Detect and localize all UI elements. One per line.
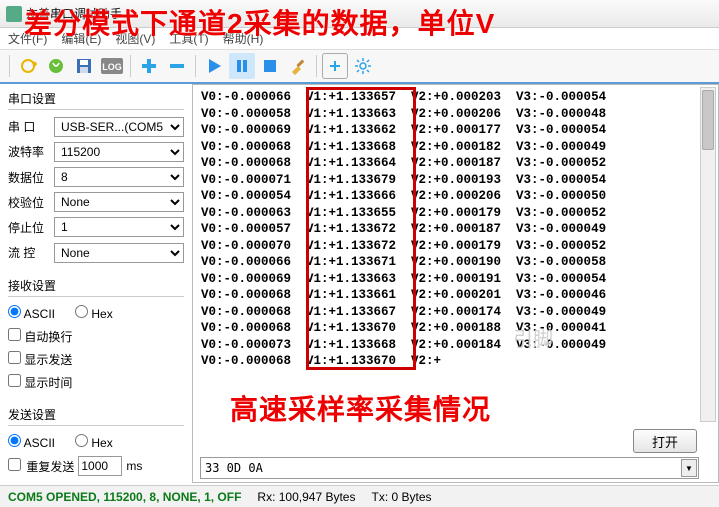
tx-input[interactable] <box>200 457 699 479</box>
showsend-check[interactable]: 显示发送 <box>8 351 72 368</box>
parity-select[interactable]: None <box>54 192 184 212</box>
pause-icon[interactable] <box>229 53 255 79</box>
parity-label: 校验位 <box>8 194 50 211</box>
statusbar: COM5 OPENED, 115200, 8, NONE, 1, OFF Rx:… <box>0 485 719 507</box>
annotation-bottom: 高速采样率采集情况 <box>230 388 491 428</box>
ms-label: ms <box>126 459 142 473</box>
sidebar: 串口设置 串 口USB-SER...(COM5 波特率115200 数据位8 校… <box>0 84 192 483</box>
play-icon[interactable] <box>201 53 227 79</box>
add-icon[interactable] <box>136 53 162 79</box>
baud-label: 波特率 <box>8 143 50 160</box>
port-label: 串 口 <box>8 118 50 135</box>
recv-group-title: 接收设置 <box>8 277 184 297</box>
send-group-title: 发送设置 <box>8 406 184 426</box>
stopbits-select[interactable]: 1 <box>54 217 184 237</box>
recv-ascii-radio[interactable]: ASCII <box>8 305 55 321</box>
recv-hex-radio[interactable]: Hex <box>75 305 113 321</box>
connect-icon[interactable] <box>43 53 69 79</box>
status-rx: Rx: 100,947 Bytes <box>257 490 355 504</box>
baud-select[interactable]: 115200 <box>54 142 184 162</box>
port-select[interactable]: USB-SER...(COM5 <box>54 117 184 137</box>
clear-icon[interactable] <box>285 53 311 79</box>
databits-select[interactable]: 8 <box>54 167 184 187</box>
save-icon[interactable] <box>71 53 97 79</box>
refresh-icon[interactable] <box>15 53 41 79</box>
flow-label: 流 控 <box>8 244 50 261</box>
send-hex-radio[interactable]: Hex <box>75 434 113 450</box>
app-icon <box>6 6 22 22</box>
settings-icon[interactable] <box>350 53 376 79</box>
rx-data: V0:-0.000066 V1:+1.133657 V2:+0.000203 V… <box>193 85 718 374</box>
log-icon[interactable]: LOG <box>99 53 125 79</box>
serial-group-title: 串口设置 <box>8 90 184 110</box>
scroll-thumb[interactable] <box>702 90 714 150</box>
scrollbar[interactable] <box>700 87 716 422</box>
send-ascii-radio[interactable]: ASCII <box>8 434 55 450</box>
interval-input[interactable] <box>78 456 122 476</box>
autowrap-check[interactable]: 自动换行 <box>8 328 72 345</box>
showtime-check[interactable]: 显示时间 <box>8 374 72 391</box>
open-button[interactable]: 打开 <box>633 429 697 453</box>
repeat-check[interactable]: 重复发送 <box>8 458 74 475</box>
status-connection: COM5 OPENED, 115200, 8, NONE, 1, OFF <box>8 490 241 504</box>
databits-label: 数据位 <box>8 169 50 186</box>
toolbar: LOG <box>0 50 719 84</box>
annotation-top: 差分模式下通道2采集的数据，单位V <box>24 2 495 42</box>
tx-dropdown-icon[interactable]: ▼ <box>681 459 697 477</box>
remove-icon[interactable] <box>164 53 190 79</box>
status-tx: Tx: 0 Bytes <box>371 490 431 504</box>
new-window-icon[interactable] <box>322 53 348 79</box>
stop-icon[interactable] <box>257 53 283 79</box>
flow-select[interactable]: None <box>54 243 184 263</box>
stopbits-label: 停止位 <box>8 219 50 236</box>
svg-text:LOG: LOG <box>102 62 122 72</box>
